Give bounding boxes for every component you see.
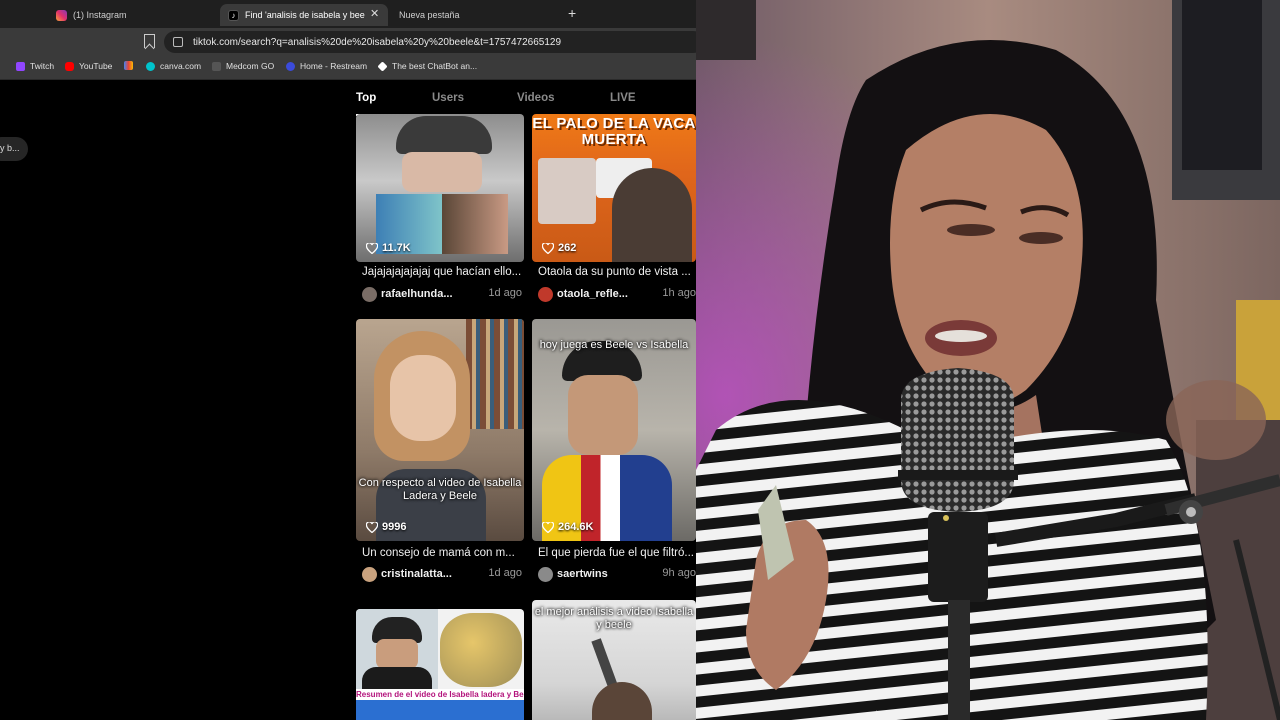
like-count: 262 (542, 242, 576, 254)
avatar (362, 286, 377, 302)
bookmark-restream[interactable]: Home - Restream (286, 61, 367, 71)
bookmark-canva[interactable]: canva.com (146, 61, 201, 71)
url-text: tiktok.com/search?q=analisis%20de%20isab… (193, 36, 562, 48)
bookmarks-bar: k Twitch YouTube canva.com Medcom GO (0, 56, 696, 80)
video-card[interactable]: hoy juega es Beele vs Isabella 264.6K El… (532, 319, 696, 582)
like-count: 9996 (366, 521, 406, 533)
thumbnail-headline: EL PALO DE LA VACA MUERTA (532, 115, 696, 148)
author-name: rafaelhunda... (381, 288, 453, 300)
instagram-icon (56, 9, 67, 21)
video-title[interactable]: El que pierda fue el que filtró... (538, 547, 696, 559)
tiktok-icon: ♪ (228, 9, 239, 21)
video-card[interactable]: 11.7K Jajajajajajajaj que hacían ello...… (356, 114, 524, 302)
thumbnail-banner: Resumen de el video de Isabella ladera y… (356, 689, 524, 700)
webcam-feed (696, 0, 1280, 720)
site-info-icon[interactable] (173, 37, 183, 47)
search-history-pill[interactable]: y b... (0, 137, 28, 161)
new-tab-plus-icon[interactable]: + (568, 5, 576, 21)
tab-top[interactable]: Top (356, 92, 376, 104)
tab-label: (1) Instagram (73, 10, 127, 20)
video-card[interactable]: Con respecto al video de Isabella Ladera… (356, 319, 524, 582)
post-date: 1d ago (488, 567, 522, 579)
webcam-image (696, 0, 1280, 720)
author-name: saertwins (557, 568, 608, 580)
bookmark-label: Twitch (30, 61, 55, 71)
bookmark-label: Home - Restream (300, 61, 368, 71)
video-author[interactable]: cristinalatta... 1d ago (362, 566, 522, 582)
bookmark-twitch[interactable]: Twitch (16, 61, 54, 71)
author-name: cristinalatta... (381, 568, 452, 580)
like-count-text: 11.7K (382, 242, 411, 254)
mic-body (928, 512, 988, 602)
bookmark-label: canva.com (160, 61, 202, 71)
tab-label: Find 'analisis de isabela y beele' (245, 10, 365, 20)
video-title[interactable]: Un consejo de mamá con m... (362, 547, 522, 559)
post-date: 1h ago (662, 287, 696, 299)
like-count: 264.6K (542, 521, 593, 533)
video-author[interactable]: rafaelhunda... 1d ago (362, 286, 522, 302)
video-thumbnail[interactable]: 11.7K (356, 114, 524, 262)
bookmark-chatbot[interactable]: The best ChatBot an... (377, 60, 478, 72)
video-card[interactable]: Resumen de el video de Isabella ladera y… (356, 609, 524, 720)
video-author[interactable]: otaola_refle... 1h ago (538, 286, 696, 302)
bookmark-medcom[interactable]: Medcom GO (212, 61, 274, 71)
medcom-icon (212, 61, 221, 71)
tab-videos[interactable]: Videos (517, 92, 555, 104)
avatar (538, 286, 553, 302)
chatbot-icon (377, 60, 388, 72)
video-thumbnail[interactable]: hoy juega es Beele vs Isabella 264.6K (532, 319, 696, 541)
close-tab-icon[interactable]: ✕ (370, 7, 379, 20)
video-title[interactable]: Jajajajajajajaj que hacían ello... (362, 266, 522, 278)
bookmark-star-icon[interactable] (144, 34, 155, 48)
tab-strip: (1) Instagram ♪ Find 'analisis de isabel… (0, 0, 696, 28)
video-card[interactable]: EL PALO DE LA VACA MUERTA 262 Otaola da … (532, 114, 696, 302)
tab-instagram[interactable]: (1) Instagram (50, 4, 210, 26)
author-name: otaola_refle... (557, 288, 628, 300)
browser-window: (1) Instagram ♪ Find 'analisis de isabel… (0, 0, 696, 720)
tab-live[interactable]: LIVE (610, 92, 636, 104)
tiktok-page: y b... Top Users Videos LIVE 11.7K Jajaj… (0, 80, 696, 720)
like-count: 11.7K (366, 242, 411, 254)
restream-icon (286, 61, 295, 71)
heart-icon (366, 521, 378, 533)
video-card[interactable]: el mejor análisis a video Isabella y bee… (532, 600, 696, 720)
tab-users[interactable]: Users (432, 92, 464, 104)
microphone (901, 368, 1014, 512)
video-thumbnail[interactable]: Resumen de el video de Isabella ladera y… (356, 609, 524, 720)
like-count-text: 264.6K (558, 521, 594, 533)
tab-label: Nueva pestaña (399, 10, 460, 20)
youtube-icon (65, 61, 74, 71)
tab-tiktok-search[interactable]: ♪ Find 'analisis de isabela y beele' (220, 4, 388, 26)
thumbnail-caption: Con respecto al video de Isabella Ladera… (358, 477, 522, 502)
video-author[interactable]: saertwins 9h ago (538, 566, 696, 582)
avatar (362, 566, 377, 582)
canva-icon (146, 61, 155, 71)
bookmark-label: YouTube (79, 61, 113, 71)
toolbar: tiktok.com/search?q=analisis%20de%20isab… (0, 28, 696, 56)
bookmark-youtube[interactable]: YouTube (65, 61, 112, 71)
avatar (538, 566, 553, 582)
heart-icon (366, 242, 378, 254)
video-thumbnail[interactable]: EL PALO DE LA VACA MUERTA 262 (532, 114, 696, 262)
post-date: 9h ago (662, 567, 696, 579)
address-bar[interactable]: tiktok.com/search?q=analisis%20de%20isab… (164, 31, 696, 53)
thumbnail-caption: hoy juega es Beele vs Isabella (539, 339, 689, 351)
twitch-icon (16, 61, 25, 71)
heart-icon (542, 242, 554, 254)
gmail-icon (124, 61, 133, 70)
tab-new-tab[interactable]: Nueva pestaña (392, 4, 552, 26)
heart-icon (542, 521, 554, 533)
video-title[interactable]: Otaola da su punto de vista ... (538, 266, 696, 278)
like-count-text: 9996 (382, 521, 407, 533)
bookmark-label: The best ChatBot an... (392, 61, 478, 71)
screen: (1) Instagram ♪ Find 'analisis de isabel… (0, 0, 1280, 720)
like-count-text: 262 (558, 242, 577, 254)
video-thumbnail[interactable]: el mejor análisis a video Isabella y bee… (532, 600, 696, 720)
post-date: 1d ago (488, 287, 522, 299)
bookmark-gmail[interactable] (124, 61, 138, 70)
bookmark-label: Medcom GO (226, 61, 275, 71)
video-thumbnail[interactable]: Con respecto al video de Isabella Ladera… (356, 319, 524, 541)
thumbnail-caption: el mejor análisis a video Isabella y bee… (534, 606, 694, 631)
